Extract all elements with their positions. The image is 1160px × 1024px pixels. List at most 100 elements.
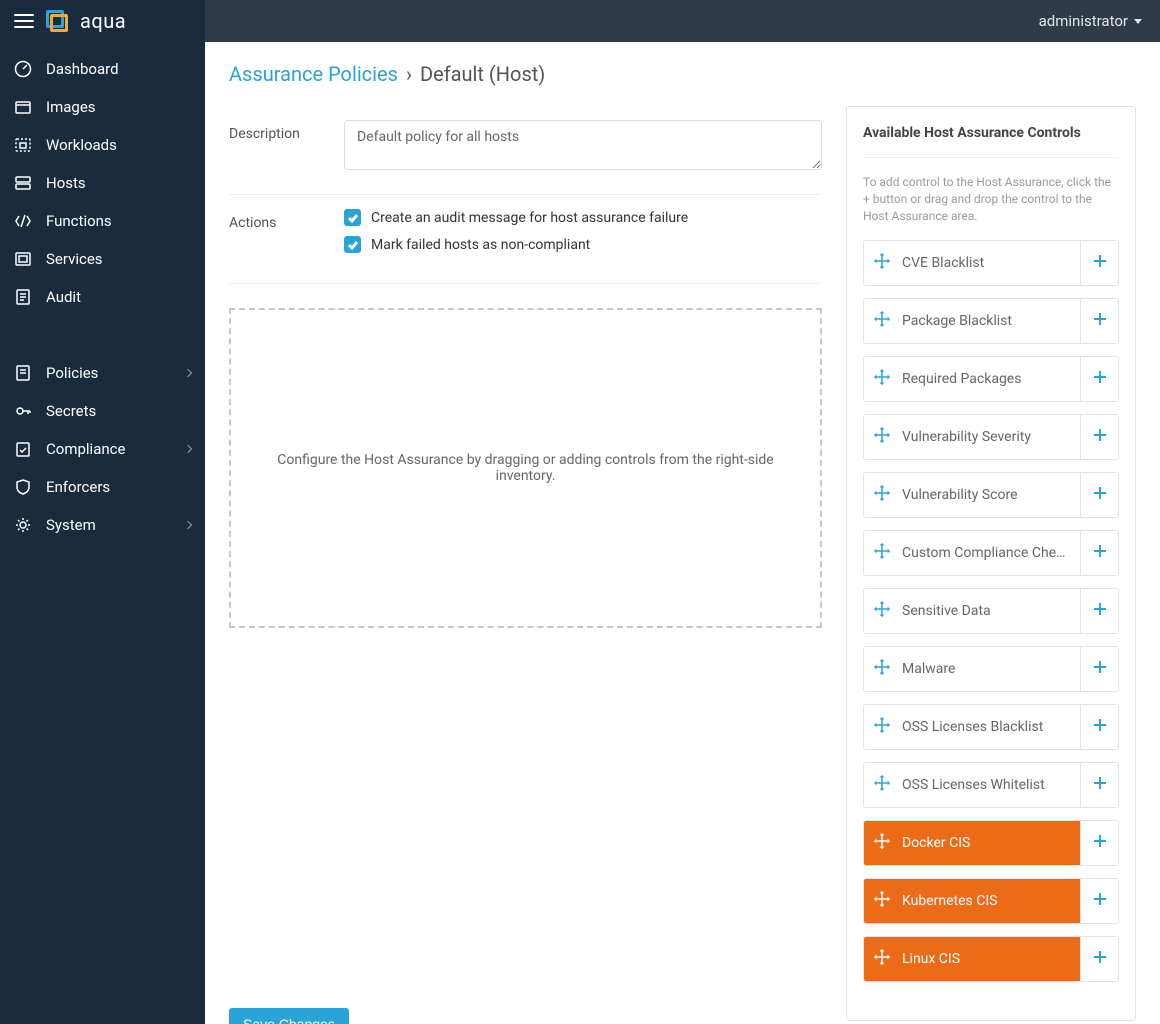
- control-label: Required Packages: [902, 371, 1021, 387]
- plus-icon: [1092, 891, 1108, 911]
- system-icon: [14, 516, 32, 534]
- add-control-button[interactable]: [1080, 531, 1118, 575]
- add-control-button[interactable]: [1080, 357, 1118, 401]
- checkbox-audit-failure[interactable]: Create an audit message for host assuran…: [344, 209, 822, 226]
- control-item: CVE Blacklist: [863, 240, 1119, 286]
- add-control-button[interactable]: [1080, 415, 1118, 459]
- control-item: Vulnerability Severity: [863, 414, 1119, 460]
- checkbox-icon: [344, 209, 361, 226]
- sidebar-item-compliance[interactable]: Compliance: [0, 430, 205, 468]
- breadcrumb-parent[interactable]: Assurance Policies: [229, 62, 398, 86]
- move-icon: [874, 311, 890, 331]
- control-label: Malware: [902, 661, 955, 677]
- add-control-button[interactable]: [1080, 473, 1118, 517]
- sidebar-item-system[interactable]: System: [0, 506, 205, 544]
- control-item: Malware: [863, 646, 1119, 692]
- control-drag-handle[interactable]: OSS Licenses Whitelist: [864, 763, 1080, 807]
- control-label: Vulnerability Score: [902, 487, 1018, 503]
- sidebar-item-label: Functions: [46, 212, 112, 230]
- control-item: OSS Licenses Whitelist: [863, 762, 1119, 808]
- control-label: Linux CIS: [902, 951, 960, 967]
- sidebar-item-secrets[interactable]: Secrets: [0, 392, 205, 430]
- available-controls-panel: Available Host Assurance Controls To add…: [846, 106, 1136, 1021]
- control-item: Vulnerability Score: [863, 472, 1119, 518]
- control-drag-handle[interactable]: Vulnerability Score: [864, 473, 1080, 517]
- plus-icon: [1092, 543, 1108, 563]
- control-drag-handle[interactable]: Sensitive Data: [864, 589, 1080, 633]
- control-label: OSS Licenses Whitelist: [902, 777, 1045, 793]
- add-control-button[interactable]: [1080, 763, 1118, 807]
- plus-icon: [1092, 659, 1108, 679]
- dropzone-hint: Configure the Host Assurance by dragging…: [251, 452, 800, 484]
- control-drag-handle[interactable]: Package Blacklist: [864, 299, 1080, 343]
- user-menu[interactable]: administrator: [1039, 12, 1142, 30]
- controls-dropzone[interactable]: Configure the Host Assurance by dragging…: [229, 308, 822, 628]
- move-icon: [874, 253, 890, 273]
- move-icon: [874, 601, 890, 621]
- control-drag-handle[interactable]: Linux CIS: [864, 937, 1080, 981]
- move-icon: [874, 833, 890, 853]
- compliance-icon: [14, 440, 32, 458]
- move-icon: [874, 659, 890, 679]
- sidebar-item-policies[interactable]: Policies: [0, 354, 205, 392]
- sidebar-item-label: Secrets: [46, 402, 96, 420]
- add-control-button[interactable]: [1080, 821, 1118, 865]
- description-input[interactable]: [344, 120, 822, 170]
- secrets-icon: [14, 402, 32, 420]
- control-drag-handle[interactable]: Docker CIS: [864, 821, 1080, 865]
- sidebar-item-label: Workloads: [46, 136, 117, 154]
- sidebar-item-workloads[interactable]: Workloads: [0, 126, 205, 164]
- control-item: Required Packages: [863, 356, 1119, 402]
- add-control-button[interactable]: [1080, 589, 1118, 633]
- add-control-button[interactable]: [1080, 299, 1118, 343]
- chevron-right-icon: [184, 521, 192, 529]
- sidebar-item-dashboard[interactable]: Dashboard: [0, 50, 205, 88]
- brand-name: aqua: [80, 9, 126, 33]
- images-icon: [14, 98, 32, 116]
- save-button[interactable]: Save Changes: [229, 1008, 349, 1024]
- policies-icon: [14, 364, 32, 382]
- services-icon: [14, 250, 32, 268]
- control-drag-handle[interactable]: Vulnerability Severity: [864, 415, 1080, 459]
- functions-icon: [14, 212, 32, 230]
- plus-icon: [1092, 717, 1108, 737]
- sidebar-item-label: Hosts: [46, 174, 86, 192]
- sidebar-item-label: Images: [46, 98, 96, 116]
- sidebar-item-images[interactable]: Images: [0, 88, 205, 126]
- checkbox-noncompliant[interactable]: Mark failed hosts as non-compliant: [344, 236, 822, 253]
- chevron-right-icon: ›: [406, 62, 412, 86]
- control-item: Package Blacklist: [863, 298, 1119, 344]
- control-label: CVE Blacklist: [902, 255, 984, 271]
- sidebar-item-functions[interactable]: Functions: [0, 202, 205, 240]
- add-control-button[interactable]: [1080, 241, 1118, 285]
- plus-icon: [1092, 485, 1108, 505]
- add-control-button[interactable]: [1080, 647, 1118, 691]
- control-item: Custom Compliance Checks: [863, 530, 1119, 576]
- control-label: Docker CIS: [902, 835, 970, 851]
- control-label: Sensitive Data: [902, 603, 991, 619]
- plus-icon: [1092, 311, 1108, 331]
- control-drag-handle[interactable]: Kubernetes CIS: [864, 879, 1080, 923]
- sidebar-item-services[interactable]: Services: [0, 240, 205, 278]
- control-drag-handle[interactable]: OSS Licenses Blacklist: [864, 705, 1080, 749]
- add-control-button[interactable]: [1080, 937, 1118, 981]
- plus-icon: [1092, 601, 1108, 621]
- sidebar: aqua Dashboard Images Workloads Hosts Functi…: [0, 0, 205, 1024]
- sidebar-item-hosts[interactable]: Hosts: [0, 164, 205, 202]
- sidebar-item-enforcers[interactable]: Enforcers: [0, 468, 205, 506]
- control-drag-handle[interactable]: CVE Blacklist: [864, 241, 1080, 285]
- actions-label: Actions: [229, 209, 344, 263]
- hosts-icon: [14, 174, 32, 192]
- control-drag-handle[interactable]: Custom Compliance Checks: [864, 531, 1080, 575]
- move-icon: [874, 485, 890, 505]
- control-drag-handle[interactable]: Malware: [864, 647, 1080, 691]
- panel-title: Available Host Assurance Controls: [863, 125, 1119, 158]
- add-control-button[interactable]: [1080, 705, 1118, 749]
- add-control-button[interactable]: [1080, 879, 1118, 923]
- sidebar-item-label: Compliance: [46, 440, 125, 458]
- sidebar-item-label: Policies: [46, 364, 98, 382]
- control-drag-handle[interactable]: Required Packages: [864, 357, 1080, 401]
- menu-toggle[interactable]: [14, 14, 34, 28]
- sidebar-item-audit[interactable]: Audit: [0, 278, 205, 316]
- plus-icon: [1092, 253, 1108, 273]
